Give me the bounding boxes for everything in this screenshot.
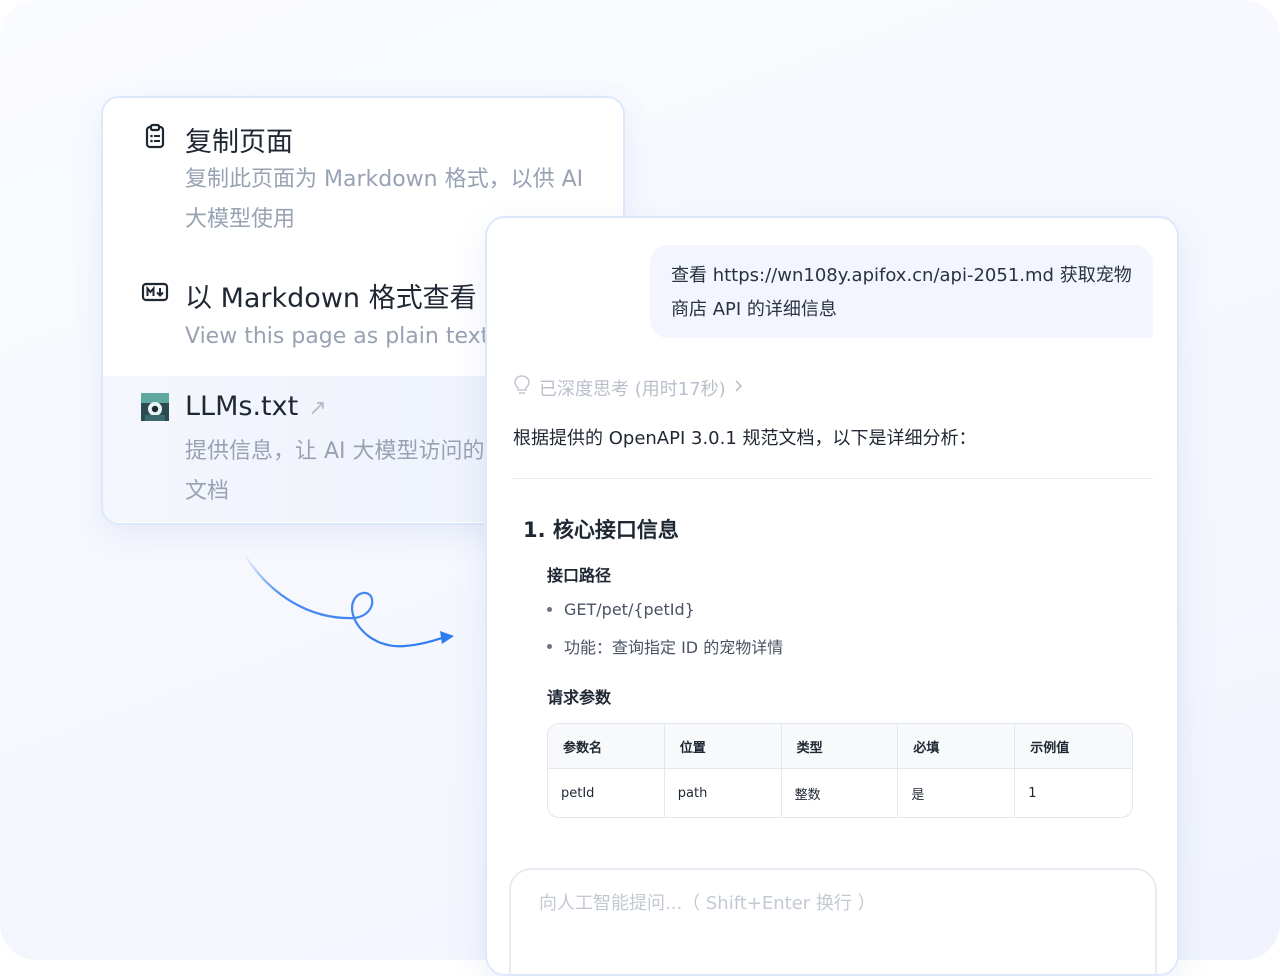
section-heading: 1. 核心接口信息 [523, 518, 679, 542]
chat-input[interactable] [537, 892, 1101, 915]
thinking-toggle[interactable]: 已深度思考 (用时17秒) [513, 374, 744, 401]
list-item: 功能：查询指定 ID 的宠物详情 [547, 634, 783, 658]
chevron-right-icon [734, 377, 744, 398]
ai-chat-panel: 查看 https://wn108y.apifox.cn/api-2051.md … [485, 216, 1179, 976]
curved-arrow-icon [243, 553, 454, 648]
bullet-dot [547, 607, 552, 612]
answer-intro: 根据提供的 OpenAPI 3.0.1 规范文档，以下是详细分析： [513, 428, 977, 449]
menu-item-title: 复制页面 [185, 127, 293, 158]
lightbulb-icon [513, 374, 531, 401]
table-cell: 整数 [782, 769, 899, 817]
list-item: GET/pet/{petId} [547, 600, 695, 619]
menu-item-title: LLMs.txt ↗ [185, 391, 327, 422]
menu-item-title: 以 Markdown 格式查看 [185, 283, 477, 314]
table-header-cell: 类型 [781, 724, 899, 769]
list-item-text: 功能：查询指定 ID 的宠物详情 [564, 638, 784, 657]
table-header-cell: 参数名 [548, 724, 665, 769]
divider [513, 478, 1153, 479]
subsection-heading-path: 接口路径 [547, 566, 612, 585]
table-header-cell: 必填 [898, 724, 1016, 769]
list-item-text: GET/pet/{petId} [564, 600, 695, 619]
user-message-bubble: 查看 https://wn108y.apifox.cn/api-2051.md … [650, 245, 1153, 338]
params-table: 参数名 位置 类型 必填 示例值 petId path 整数 是 1 [547, 723, 1133, 818]
table-cell: 1 [1028, 785, 1037, 801]
thinking-label: 已深度思考 (用时17秒) [539, 378, 726, 400]
llms-logo-icon [141, 393, 169, 421]
table-cell: 是 [898, 769, 1016, 817]
markdown-icon [141, 278, 169, 306]
table-cell: path [665, 769, 782, 817]
table-header-cell: 示例值 [1015, 724, 1132, 769]
external-arrow-icon: ↗ [308, 396, 327, 421]
bullet-dot [547, 643, 552, 649]
subsection-heading-params: 请求参数 [547, 688, 612, 707]
clipboard-icon [141, 122, 169, 150]
table-header-cell: 位置 [664, 724, 782, 769]
table-cell: petId [548, 769, 665, 817]
